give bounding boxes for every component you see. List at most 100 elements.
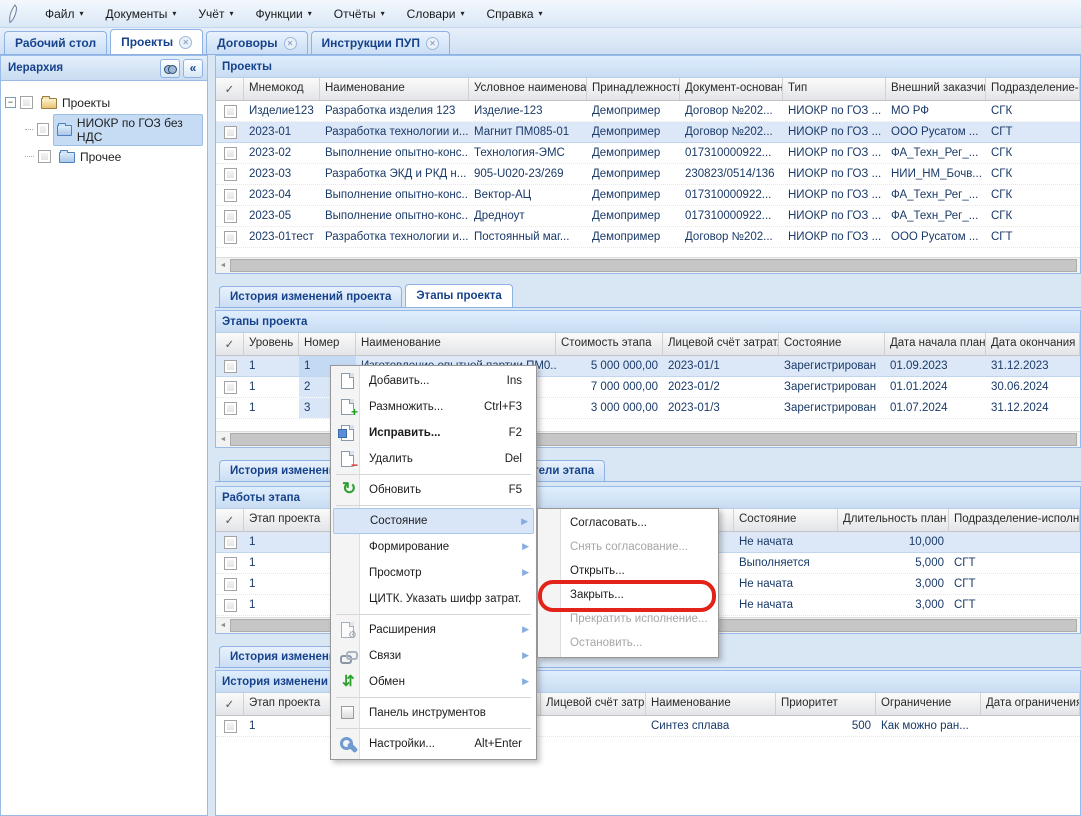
scroll-left-icon[interactable]: ◄ — [216, 436, 230, 443]
tree-node[interactable]: − Проекты — [5, 89, 203, 116]
table-row[interactable]: 2023-03 Разработка ЭКД и РКД н... 905-U0… — [216, 164, 1080, 185]
splitter[interactable] — [208, 55, 215, 816]
find-button[interactable] — [160, 59, 180, 78]
column-header[interactable]: Лицевой счёт затр — [541, 693, 646, 715]
row-checkbox[interactable] — [224, 105, 237, 118]
row-checkbox[interactable] — [224, 168, 237, 181]
menu-item[interactable]: Просмотр ▶ — [333, 560, 534, 586]
table-row[interactable]: 2023-01тест Разработка технологии и... П… — [216, 227, 1080, 248]
column-header[interactable]: Мнемокод — [244, 78, 320, 100]
column-header[interactable]: Условное наименова — [469, 78, 587, 100]
column-header[interactable]: Уровень — [244, 333, 299, 355]
table-row[interactable]: 2023-01 Разработка технологии и... Магни… — [216, 122, 1080, 143]
subtab[interactable]: Этапы проекта — [405, 284, 512, 307]
tree-node-body[interactable]: Прочее — [55, 148, 125, 166]
column-header[interactable]: Наименование — [356, 333, 556, 355]
menu-item[interactable]: ЦИТК. Указать шифр затрат... ▶ — [333, 586, 534, 612]
menu-item[interactable]: Закрыть... — [540, 583, 716, 607]
menu-item[interactable]: Добавить... Ins ▶ — [333, 368, 534, 394]
menu-item[interactable]: Открыть... — [540, 559, 716, 583]
menubar-item[interactable]: Функции ▾ — [244, 3, 322, 25]
menu-item[interactable]: Прекратить исполнение... — [540, 607, 716, 631]
main-tab[interactable]: Проекты ✕ — [110, 29, 203, 54]
column-header[interactable]: Состояние — [779, 333, 885, 355]
check-column-header[interactable]: ✓ — [216, 693, 244, 715]
column-header[interactable]: Внешний заказчик — [886, 78, 986, 100]
close-icon[interactable]: ✕ — [284, 37, 297, 50]
row-checkbox[interactable] — [224, 231, 237, 244]
main-tab[interactable]: Договоры ✕ — [206, 31, 307, 54]
menu-item[interactable]: Снять согласование... — [540, 535, 716, 559]
check-column-header[interactable]: ✓ — [216, 509, 244, 531]
column-header[interactable]: Тип — [783, 78, 886, 100]
menubar-item[interactable]: Файл ▾ — [34, 3, 95, 25]
menu-item[interactable]: Панель инструментов ▶ — [333, 700, 534, 726]
row-checkbox[interactable] — [224, 126, 237, 139]
table-row[interactable]: 2023-04 Выполнение опытно-конс... Вектор… — [216, 185, 1080, 206]
tree-checkbox[interactable] — [20, 96, 33, 109]
row-checkbox[interactable] — [224, 147, 237, 160]
column-header[interactable]: Наименование — [646, 693, 776, 715]
tree-node[interactable]: − Прочее — [5, 143, 203, 170]
check-column-header[interactable]: ✓ — [216, 333, 244, 355]
menu-item[interactable]: Расширения ▶ — [333, 617, 534, 643]
row-checkbox[interactable] — [224, 578, 237, 591]
table-row[interactable]: 2023-02 Выполнение опытно-конс... Технол… — [216, 143, 1080, 164]
main-tab[interactable]: Рабочий стол ✕ — [4, 31, 107, 54]
tree-checkbox[interactable] — [37, 123, 49, 136]
menubar-item[interactable]: Документы ▾ — [95, 3, 188, 25]
collapse-sidebar-button[interactable]: « — [183, 59, 203, 78]
row-checkbox[interactable] — [224, 360, 237, 373]
column-header[interactable]: Приоритет — [776, 693, 876, 715]
tree-node-body[interactable]: НИОКР по ГОЗ без НДС — [53, 114, 203, 146]
menu-item[interactable]: Связи ▶ — [333, 643, 534, 669]
horizontal-scrollbar[interactable]: ◄ — [216, 257, 1080, 273]
table-row[interactable]: Изделие123 Разработка изделия 123 Издели… — [216, 101, 1080, 122]
row-checkbox[interactable] — [224, 210, 237, 223]
row-checkbox[interactable] — [224, 536, 237, 549]
menubar-item[interactable]: Справка ▾ — [475, 3, 553, 25]
menu-item[interactable]: Состояние ▶ — [333, 508, 534, 534]
close-icon[interactable]: ✕ — [179, 36, 192, 49]
column-header[interactable]: Наименование — [320, 78, 469, 100]
menu-item[interactable]: Настройки... Alt+Enter ▶ — [333, 731, 534, 757]
column-header[interactable]: Лицевой счёт затрат. — [663, 333, 779, 355]
column-header[interactable]: Подразделение-от — [986, 78, 1080, 100]
menu-item[interactable]: Обмен ▶ — [333, 669, 534, 695]
tree-node-body[interactable]: Проекты — [37, 94, 114, 112]
menubar-item[interactable]: Словари ▾ — [396, 3, 476, 25]
tree-expander-icon[interactable]: − — [5, 97, 16, 108]
tree-node[interactable]: − НИОКР по ГОЗ без НДС — [5, 116, 203, 143]
column-header-sorted[interactable]: Длительность план▼ — [838, 509, 949, 531]
scrollbar-thumb[interactable] — [230, 259, 1077, 272]
close-icon[interactable]: ✕ — [426, 37, 439, 50]
table-row[interactable]: 2023-05 Выполнение опытно-конс... Дредно… — [216, 206, 1080, 227]
menu-item[interactable]: Согласовать... — [540, 511, 716, 535]
check-column-header[interactable]: ✓ — [216, 78, 244, 100]
column-header[interactable]: Документ-основан — [680, 78, 783, 100]
column-header[interactable]: Дата ограничения — [981, 693, 1080, 715]
row-checkbox[interactable] — [224, 402, 237, 415]
tree-checkbox[interactable] — [38, 150, 51, 163]
menubar-item[interactable]: Учёт ▾ — [187, 3, 244, 25]
row-checkbox[interactable] — [224, 599, 237, 612]
row-checkbox[interactable] — [224, 720, 237, 733]
column-header[interactable]: Принадлежность — [587, 78, 680, 100]
scroll-left-icon[interactable]: ◄ — [216, 622, 230, 629]
menu-item[interactable]: Обновить F5 ▶ — [333, 477, 534, 503]
column-header[interactable]: Состояние — [734, 509, 838, 531]
column-header[interactable]: Дата начала план — [885, 333, 986, 355]
subtab[interactable]: История изменени — [219, 460, 347, 481]
subtab[interactable]: История изменений проекта — [219, 286, 402, 307]
menubar-item[interactable]: Отчёты ▾ — [323, 3, 396, 25]
menu-item[interactable]: Размножить... Ctrl+F3 ▶ — [333, 394, 534, 420]
row-checkbox[interactable] — [224, 381, 237, 394]
row-checkbox[interactable] — [224, 557, 237, 570]
row-checkbox[interactable] — [224, 189, 237, 202]
menu-item[interactable]: Исправить... F2 ▶ — [333, 420, 534, 446]
menu-item[interactable]: Удалить Del ▶ — [333, 446, 534, 472]
column-header[interactable]: Подразделение-исполн — [949, 509, 1080, 531]
menu-item[interactable]: Остановить... — [540, 631, 716, 655]
column-header[interactable]: Стоимость этапа — [556, 333, 663, 355]
menu-item[interactable]: Формирование ▶ — [333, 534, 534, 560]
